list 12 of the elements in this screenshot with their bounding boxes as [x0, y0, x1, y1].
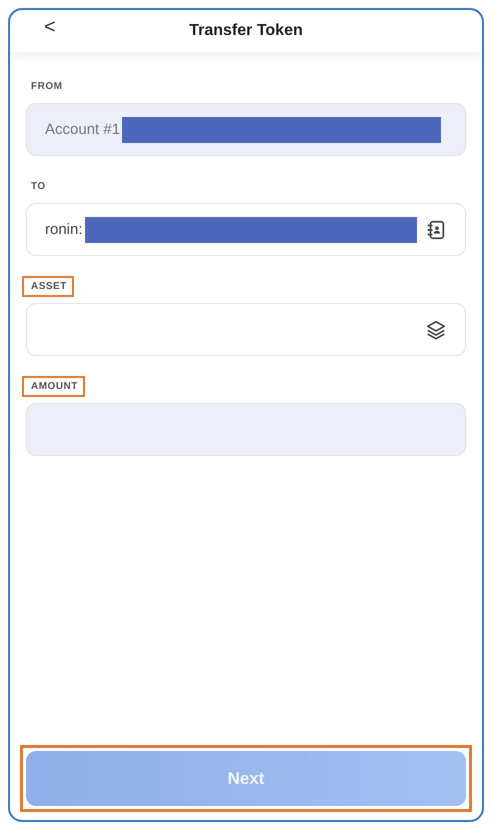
back-button[interactable]: <	[40, 16, 60, 39]
input-field[interactable]: ronin:	[26, 203, 466, 256]
field-label: FROM	[30, 80, 64, 94]
page-title: Transfer Token	[189, 22, 303, 40]
field-label: AMOUNT	[22, 376, 85, 397]
field-value: ronin:	[45, 221, 83, 238]
layers-icon[interactable]	[425, 318, 447, 340]
field-value: Account #1	[45, 121, 120, 138]
field-label: ASSET	[22, 276, 74, 297]
contact-book-icon[interactable]	[425, 218, 447, 240]
input-field[interactable]	[26, 303, 466, 356]
field-label: TO	[30, 180, 47, 194]
